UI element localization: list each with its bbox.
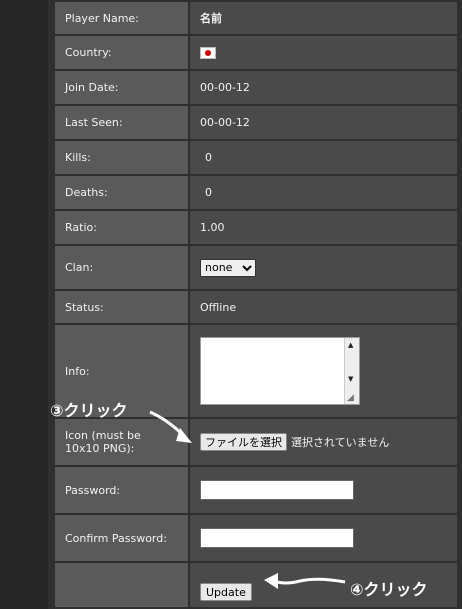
step4-arrow-line xyxy=(273,577,346,585)
step4-annotation: ④クリック xyxy=(350,580,428,599)
annotation-arrows xyxy=(149,410,346,589)
step4-arrow-head xyxy=(264,573,278,589)
